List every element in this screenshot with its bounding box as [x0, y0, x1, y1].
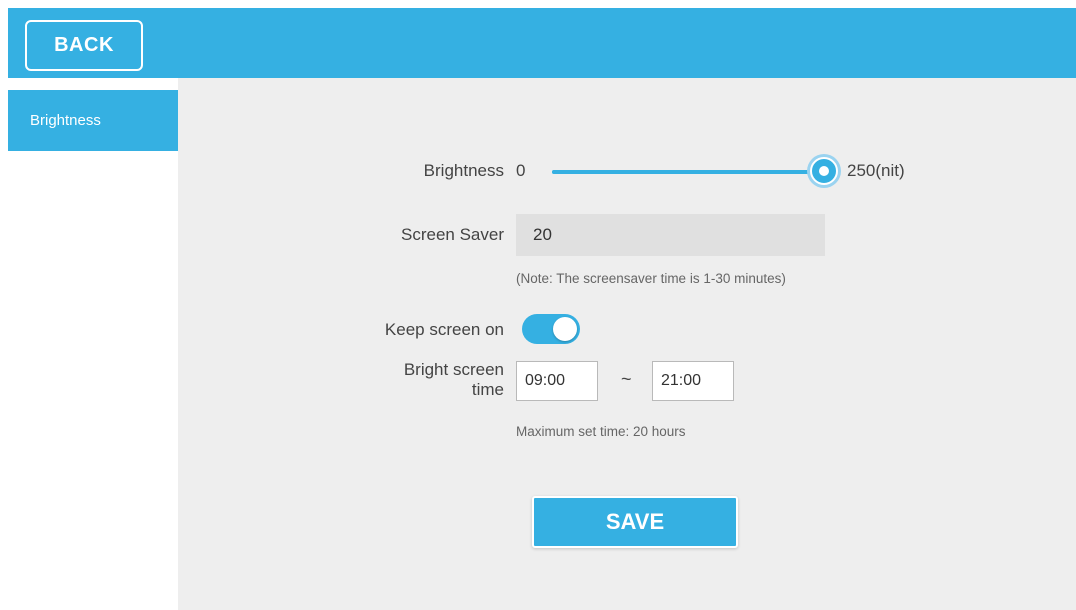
- sidebar: Brightness: [8, 78, 178, 610]
- header-bar: BACK: [8, 8, 1076, 78]
- settings-window: BACK Brightness Brightness 0 250(nit) Sc…: [8, 8, 1076, 610]
- start-time-input[interactable]: [516, 361, 598, 401]
- keep-screen-on-label: Keep screen on: [384, 320, 504, 339]
- bright-screen-time-note: Maximum set time: 20 hours: [516, 424, 686, 439]
- brightness-slider-track[interactable]: [552, 170, 824, 174]
- screen-saver-label: Screen Saver: [401, 225, 504, 244]
- keep-screen-on-toggle[interactable]: [522, 314, 580, 344]
- screen-saver-input[interactable]: [516, 214, 825, 256]
- back-button[interactable]: BACK: [25, 20, 143, 71]
- brightness-label: Brightness: [423, 161, 504, 180]
- time-range-separator: ~: [621, 369, 632, 389]
- screen-saver-note: (Note: The screensaver time is 1-30 minu…: [516, 271, 786, 286]
- brightness-min-label: 0: [516, 161, 526, 180]
- bright-screen-time-label: Bright screen time: [328, 360, 504, 400]
- brightness-max-label: 250(nit): [847, 161, 905, 180]
- sidebar-item-label: Brightness: [30, 112, 101, 129]
- brightness-slider-thumb[interactable]: [810, 157, 838, 185]
- toggle-knob: [553, 317, 577, 341]
- bright-screen-time-label-line2: time: [471, 380, 504, 399]
- end-time-input[interactable]: [652, 361, 734, 401]
- bright-screen-time-label-line1: Bright screen: [403, 360, 504, 379]
- brightness-slider-fill: [552, 170, 824, 174]
- sidebar-item-brightness[interactable]: Brightness: [8, 90, 178, 151]
- save-button[interactable]: SAVE: [532, 496, 738, 548]
- settings-panel: Brightness 0 250(nit) Screen Saver (Note…: [178, 78, 1076, 610]
